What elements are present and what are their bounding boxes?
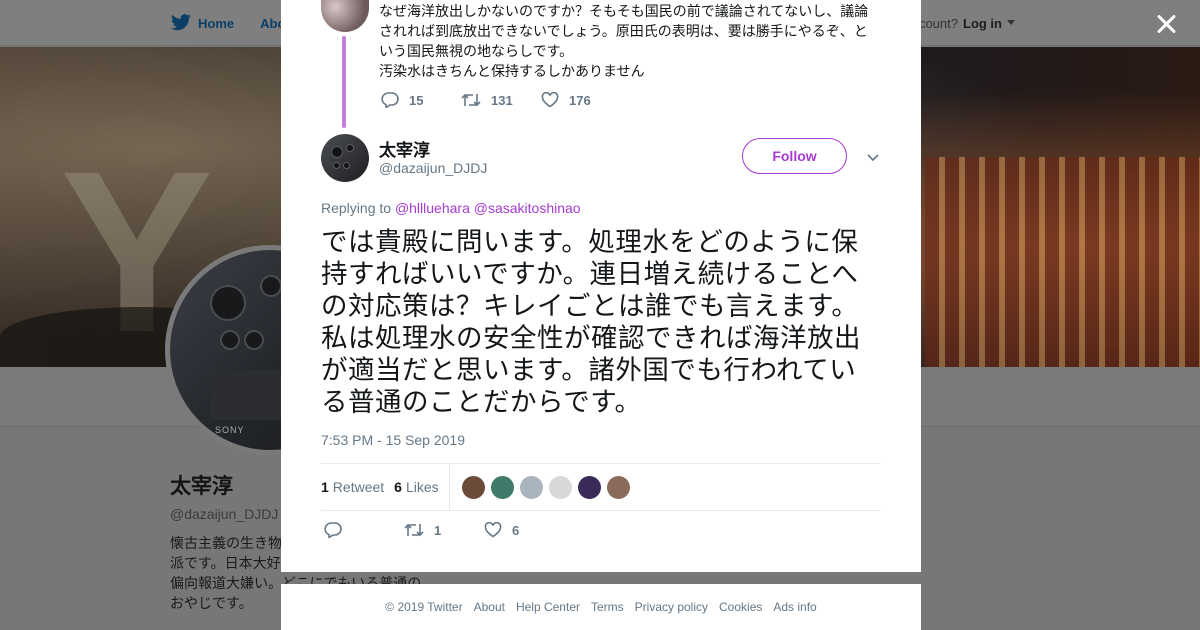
nav-home[interactable]: Home [170,14,234,32]
reply-button[interactable]: 15 [381,92,461,108]
previous-tweet-line: 汚染水はきちんと保持するしかありません [379,64,645,80]
avatar-brand: SONY [215,425,245,435]
previous-tweet-line: なぜ海洋放出しかないのですか？そもそも国民の前で議論されてないし、議論 [379,4,869,20]
twitter-bird-icon [171,14,191,31]
like-stat-count: 6 [394,479,402,495]
footer-link-help-center[interactable]: Help Center [516,600,580,614]
reply-mention[interactable]: @sasakitoshinao [474,200,581,216]
radio-knob [210,285,246,321]
nav-home-label: Home [198,15,235,31]
banner-building [925,157,1200,367]
tweet-line: が適当だと思います。諸外国でも行われてい [321,355,857,386]
reply-icon [381,92,399,108]
previous-tweet-line: いう国民無視の地ならしです。 [379,44,574,60]
tweet-author-name[interactable]: 太宰淳 [379,136,430,161]
previous-tweet-avatar[interactable] [321,0,369,32]
retweet-button[interactable]: 1 [404,522,484,538]
retweet-stat-label: Retweet [332,479,385,495]
caret-down-icon [1007,20,1015,25]
login-link[interactable]: Log in [963,16,1002,31]
liker-avatar[interactable] [548,475,572,499]
liker-avatar[interactable] [606,475,630,499]
radio-knob [346,144,354,152]
retweet-stat[interactable]: 1 Retweet [321,479,384,495]
thread-connector-line [342,36,346,128]
tweet-author-avatar[interactable] [321,134,369,182]
previous-tweet-actions: 15 131 176 [381,92,621,108]
like-button[interactable]: 176 [541,92,621,108]
heart-icon [541,92,559,108]
follow-button[interactable]: Follow [742,138,847,174]
footer-link-cookies[interactable]: Cookies [719,600,762,614]
retweet-stat-count: 1 [321,479,329,495]
footer-link-about[interactable]: About [474,600,505,614]
liker-avatars [461,475,630,499]
top-nav: Home Abo [170,0,285,46]
footer-link-privacy-policy[interactable]: Privacy policy [635,600,708,614]
tweet-permalink-modal: なぜ海洋放出しかないのですか？そもそも国民の前で議論されてないし、議論 されれば… [281,0,921,572]
tweet-line: 持すればいいですか。連日増え続けることへ [321,259,859,290]
tweet-line: 私は処理水の安全性が確認できれば海洋放出 [321,323,861,354]
footer: © 2019 Twitter About Help Center Terms P… [281,584,921,630]
previous-tweet-line: されれば到底放出できないでしょう。原田氏の表明は、要は勝手にやるぞ、と [379,24,868,40]
radio-knob [333,162,340,169]
like-count: 6 [512,522,520,538]
reply-mention[interactable]: @hllluehara [395,200,470,216]
close-icon[interactable] [1154,12,1178,36]
tweet-stats: 1 Retweet 6 Likes [321,463,881,511]
radio-knob [260,275,282,297]
retweet-count: 131 [491,92,513,108]
tweet-line: る普通のことだからです。 [321,387,642,418]
tweet-line: では貴殿に問います。処理水をどのように保 [321,227,859,258]
radio-knob [244,330,264,350]
tweet-line: の対応策は？キレイごとは誰でも言えます。 [321,291,859,322]
retweet-icon [461,93,481,107]
radio-knob [220,330,240,350]
like-stat-label: Likes [405,479,439,495]
tweet-author-handle[interactable]: @dazaijun_DJDJ [379,160,487,176]
retweet-button[interactable]: 131 [461,92,541,108]
tweet-timestamp[interactable]: 7:53 PM - 15 Sep 2019 [321,432,465,448]
reply-icon [324,522,342,538]
like-button[interactable]: 6 [484,522,564,538]
stats-divider [448,463,450,511]
chevron-down-icon[interactable] [866,150,880,164]
footer-link-terms[interactable]: Terms [591,600,624,614]
reply-button[interactable] [324,522,404,538]
footer-copyright: © 2019 Twitter [385,600,463,614]
login-area: ccount? Log in [912,0,1015,46]
liker-avatar[interactable] [577,475,601,499]
footer-link-ads-info[interactable]: Ads info [773,600,816,614]
heart-icon [484,522,502,538]
replying-prefix: Replying to [321,200,392,216]
tweet-actions: 1 6 [324,522,564,538]
radio-knob [343,162,350,169]
like-count: 176 [569,92,591,108]
retweet-count: 1 [434,522,442,538]
liker-avatar[interactable] [519,475,543,499]
retweet-icon [404,523,424,537]
previous-tweet-text: なぜ海洋放出しかないのですか？そもそも国民の前で議論されてないし、議論 されれば… [379,2,879,82]
liker-avatar[interactable] [461,475,485,499]
reply-count: 15 [409,92,424,108]
radio-knob [331,146,343,158]
like-stat[interactable]: 6 Likes [394,479,438,495]
replying-to: Replying to @hllluehara @sasakitoshinao [321,200,581,216]
tweet-text: では貴殿に問います。処理水をどのように保 持すればいいですか。連日増え続けること… [321,227,891,419]
liker-avatar[interactable] [490,475,514,499]
